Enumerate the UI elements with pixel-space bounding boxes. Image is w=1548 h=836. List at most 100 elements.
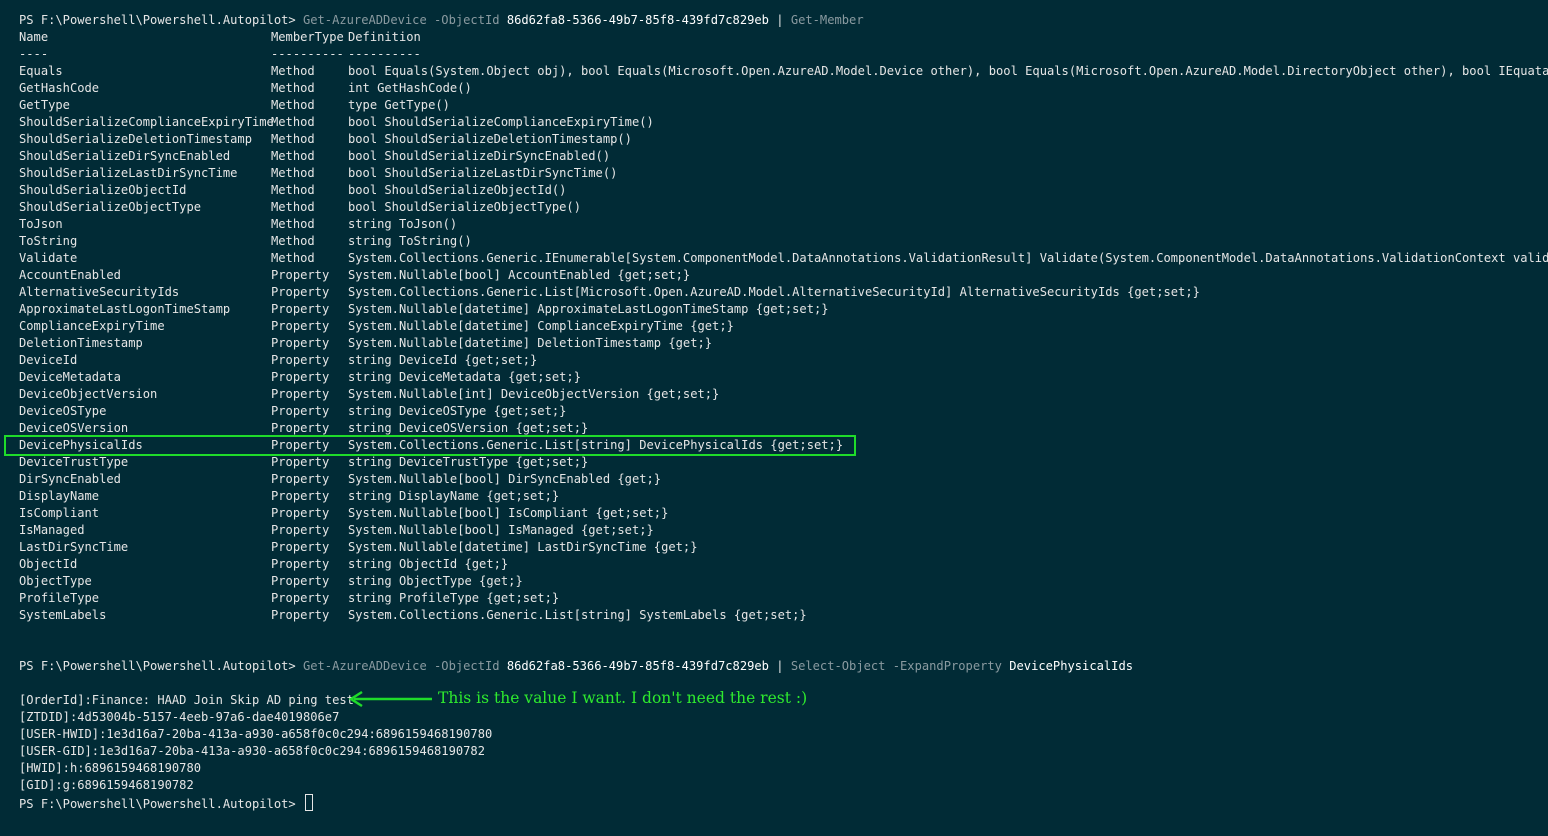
table-row: ObjectId Property string ObjectId {get;}	[19, 556, 1548, 573]
member-definition: System.Nullable[int] DeviceObjectVersion…	[348, 387, 720, 401]
table-row: ShouldSerializeComplianceExpiryTimeMetho…	[19, 114, 1548, 131]
member-type: Method	[271, 183, 315, 197]
member-definition: bool ShouldSerializeLastDirSyncTime()	[348, 166, 618, 180]
member-type: Property	[271, 608, 330, 622]
member-name: ProfileType	[19, 591, 100, 605]
member-name: Validate	[19, 251, 78, 265]
output-line: [GID]:g:6896159468190782	[19, 778, 194, 792]
member-definition: string ProfileType {get;set;}	[348, 591, 560, 605]
table-row: ApproximateLastLogonTimeStamp Property Sys…	[19, 301, 1548, 318]
member-type: Method	[271, 217, 315, 231]
member-name: DirSyncEnabled	[19, 472, 121, 486]
table-row: ShouldSerializeDeletionTimestamp Method bo…	[19, 131, 1548, 148]
table-row: GetType Method type GetType()	[19, 97, 1548, 114]
member-type: Property	[271, 285, 330, 299]
member-type: Property	[271, 387, 330, 401]
parameter: -ObjectId	[434, 13, 500, 27]
table-row: GetHashCode Method int GetHashCode()	[19, 80, 1548, 97]
member-definition: bool ShouldSerializeDeletionTimestamp()	[348, 132, 632, 146]
pipe-cmdlet: Get-Member	[790, 13, 864, 27]
member-definition: bool ShouldSerializeComplianceExpiryTime…	[348, 115, 654, 129]
member-name: ShouldSerializeDirSyncEnabled	[19, 149, 231, 163]
parameter-value: 86d62fa8-5366-49b7-85f8-439fd7c829eb	[506, 13, 769, 27]
member-definition: string ObjectId {get;}	[348, 557, 509, 571]
prompt: PS F:\Powershell\Powershell.Autopilot>	[19, 13, 296, 27]
member-name: LastDirSyncTime	[19, 540, 129, 554]
header-membertype: MemberType	[271, 30, 344, 44]
final-prompt-line[interactable]: PS F:\Powershell\Powershell.Autopilot>	[19, 794, 1548, 811]
member-name: DeviceObjectVersion	[19, 387, 158, 401]
command-line-2: PS F:\Powershell\Powershell.Autopilot> G…	[19, 658, 1548, 675]
table-separator: ---- ---------- ----------	[19, 46, 1548, 63]
member-definition: System.Nullable[bool] AccountEnabled {ge…	[348, 268, 691, 282]
table-row: AccountEnabled Property System.Nullable[bo…	[19, 267, 1548, 284]
pipe-parameter-value: DevicePhysicalIds	[1009, 659, 1134, 673]
parameter: -ObjectId	[434, 659, 500, 673]
table-row: Equals Method bool Equals(System.Object ob…	[19, 63, 1548, 80]
member-definition: string DisplayName {get;set;}	[348, 489, 560, 503]
pipe-cmdlet: Select-Object	[790, 659, 886, 673]
table-row: DirSyncEnabled Property System.Nullable[bo…	[19, 471, 1548, 488]
table-row: IsCompliant Property System.Nullable[bool]…	[19, 505, 1548, 522]
member-type: Property	[271, 319, 330, 333]
member-definition: string DeviceId {get;set;}	[348, 353, 538, 367]
member-name: IsCompliant	[19, 506, 100, 520]
pipe: |	[776, 659, 784, 673]
member-name: ToString	[19, 234, 78, 248]
member-type: Method	[271, 149, 315, 163]
table-row: SystemLabels Property System.Collections.G…	[19, 607, 1548, 624]
table-row: DeviceId Property string DeviceId {get;set…	[19, 352, 1548, 369]
member-type: Method	[271, 166, 315, 180]
member-name: GetHashCode	[19, 81, 100, 95]
table-row: DeviceObjectVersion Property System.Nullab…	[19, 386, 1548, 403]
output-line: [USER-HWID]:1e3d16a7-20ba-413a-a930-a658…	[19, 727, 493, 741]
table-row: DeviceTrustType Property string DeviceTrus…	[19, 454, 1548, 471]
parameter-value: 86d62fa8-5366-49b7-85f8-439fd7c829eb	[506, 659, 769, 673]
member-type: Property	[271, 370, 330, 384]
text-cursor[interactable]	[304, 794, 313, 811]
output-line: [ZTDID]:4d53004b-5157-4eeb-97a6-dae40198…	[19, 710, 340, 724]
table-row: IsManaged Property System.Nullable[bool] I…	[19, 522, 1548, 539]
member-type: Property	[271, 472, 330, 486]
member-definition: bool ShouldSerializeObjectType()	[348, 200, 581, 214]
command-line-1: PS F:\Powershell\Powershell.Autopilot> G…	[19, 12, 1548, 29]
pipe-parameter: -ExpandProperty	[892, 659, 1002, 673]
table-row: DeletionTimestamp Property System.Nullable…	[19, 335, 1548, 352]
member-type: Method	[271, 251, 315, 265]
member-name: SystemLabels	[19, 608, 107, 622]
member-type: Method	[271, 200, 315, 214]
table-row: ShouldSerializeLastDirSyncTime Method bool…	[19, 165, 1548, 182]
member-type: Method	[271, 234, 315, 248]
member-definition: string DeviceTrustType {get;set;}	[348, 455, 589, 469]
prompt: PS F:\Powershell\Powershell.Autopilot>	[19, 797, 296, 811]
prompt: PS F:\Powershell\Powershell.Autopilot>	[19, 659, 296, 673]
member-name: AccountEnabled	[19, 268, 121, 282]
cmdlet: Get-AzureADDevice	[302, 13, 427, 27]
member-name: DeviceOSType	[19, 404, 107, 418]
member-type: Property	[271, 523, 330, 537]
member-type: Property	[271, 268, 330, 282]
member-type: Property	[271, 336, 330, 350]
member-definition: System.Collections.Generic.List[string] …	[348, 608, 807, 622]
member-definition: bool ShouldSerializeObjectId()	[348, 183, 567, 197]
member-definition: string ToString()	[348, 234, 472, 248]
member-definition: string DeviceMetadata {get;set;}	[348, 370, 581, 384]
separator-definition: ----------	[348, 47, 421, 61]
table-row: ShouldSerializeDirSyncEnabled Method bool …	[19, 148, 1548, 165]
member-name: ToJson	[19, 217, 63, 231]
member-definition: System.Nullable[bool] IsCompliant {get;s…	[348, 506, 669, 520]
table-row: ComplianceExpiryTime Property System.Nulla…	[19, 318, 1548, 335]
member-name: DeviceId	[19, 353, 78, 367]
member-type: Property	[271, 557, 330, 571]
member-type: Property	[271, 506, 330, 520]
member-name: IsManaged	[19, 523, 85, 537]
member-rows: Equals Method bool Equals(System.Object ob…	[19, 63, 1548, 624]
member-name: DeletionTimestamp	[19, 336, 143, 350]
member-name: AlternativeSecurityIds	[19, 285, 180, 299]
member-definition: type GetType()	[348, 98, 450, 112]
table-row: ShouldSerializeObjectType Method bool Shou…	[19, 199, 1548, 216]
table-row: Validate Method System.Collections.Generic…	[19, 250, 1548, 267]
separator-membertype: ----------	[271, 47, 344, 61]
